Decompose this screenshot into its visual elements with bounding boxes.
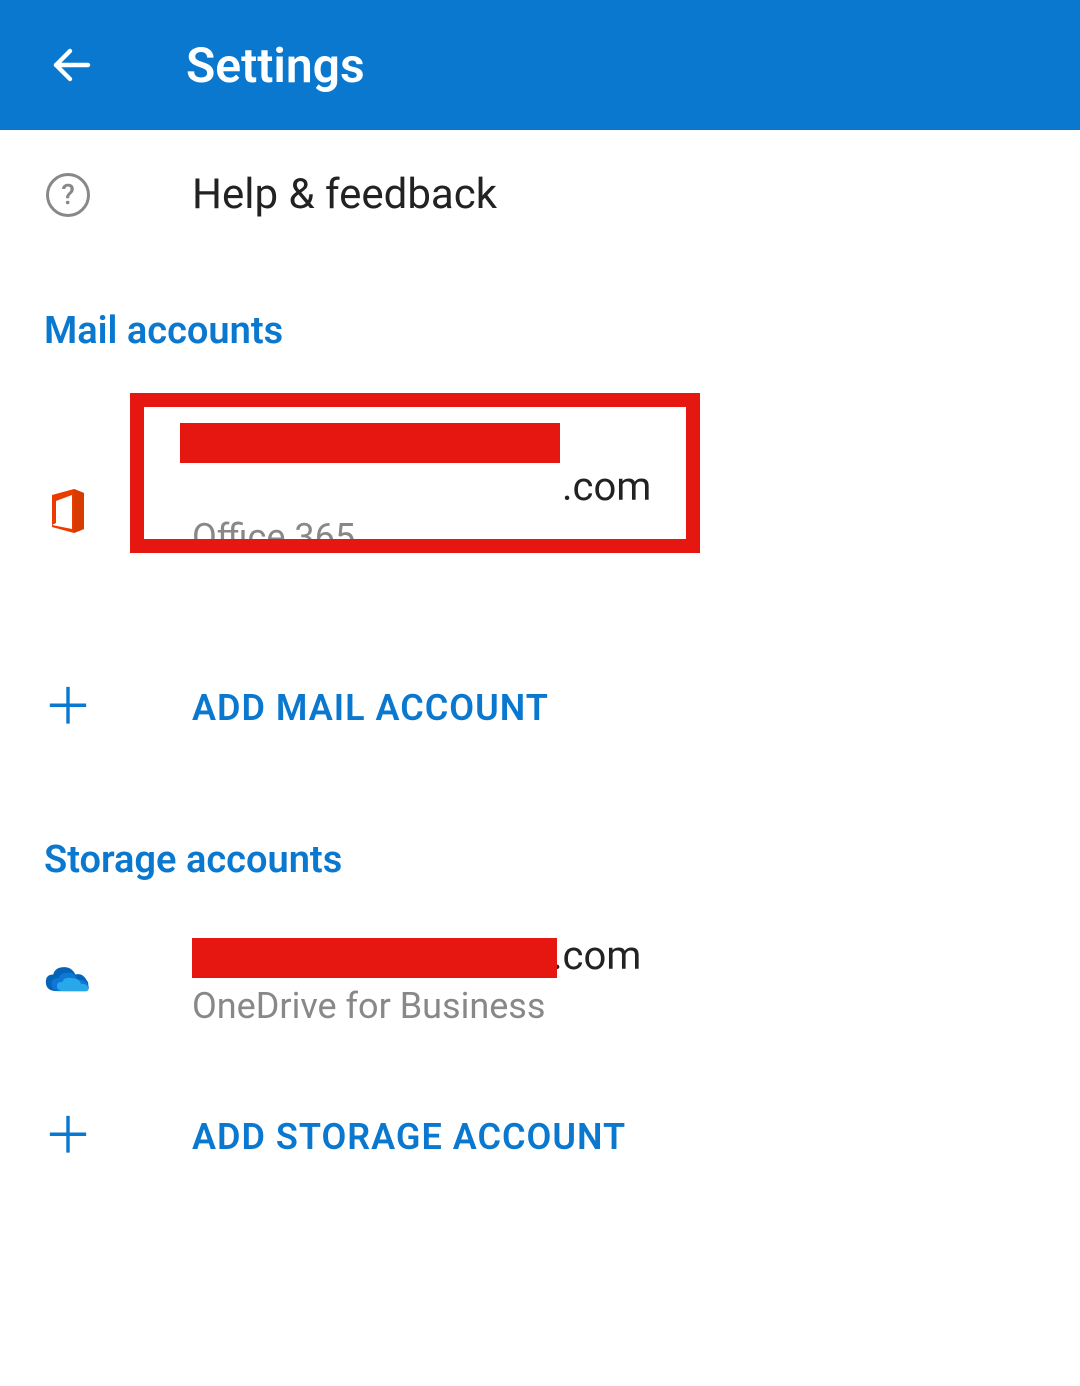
annotation-redaction xyxy=(192,938,557,978)
storage-accounts-header: Storage accounts xyxy=(0,788,1080,902)
mail-account-row[interactable]: .com Office 365 xyxy=(0,433,1080,588)
plus-icon: ＋ xyxy=(43,1112,93,1162)
storage-account-row[interactable]: .com OneDrive for Business xyxy=(0,902,1080,1057)
plus-icon: ＋ xyxy=(43,683,93,733)
mail-accounts-header: Mail accounts xyxy=(0,259,1080,373)
arrow-left-icon xyxy=(48,38,96,92)
annotation-redaction xyxy=(180,423,560,463)
help-feedback-row[interactable]: ? Help & feedback xyxy=(0,130,1080,259)
add-storage-account-button[interactable]: ＋ ADD STORAGE ACCOUNT xyxy=(0,1057,1080,1217)
help-feedback-label: Help & feedback xyxy=(192,170,497,219)
add-mail-account-button[interactable]: ＋ ADD MAIL ACCOUNT xyxy=(0,628,1080,788)
back-button[interactable] xyxy=(48,41,96,89)
app-header: Settings xyxy=(0,0,1080,130)
onedrive-icon xyxy=(44,962,92,998)
help-icon: ? xyxy=(44,173,92,217)
add-mail-account-label: ADD MAIL ACCOUNT xyxy=(192,687,549,729)
mail-account-provider: Office 365 xyxy=(192,516,651,558)
storage-account-provider: OneDrive for Business xyxy=(192,985,641,1027)
add-storage-account-label: ADD STORAGE ACCOUNT xyxy=(192,1116,626,1158)
mail-account-email: .com xyxy=(192,463,651,510)
office-icon xyxy=(44,485,92,537)
page-title: Settings xyxy=(186,37,365,94)
